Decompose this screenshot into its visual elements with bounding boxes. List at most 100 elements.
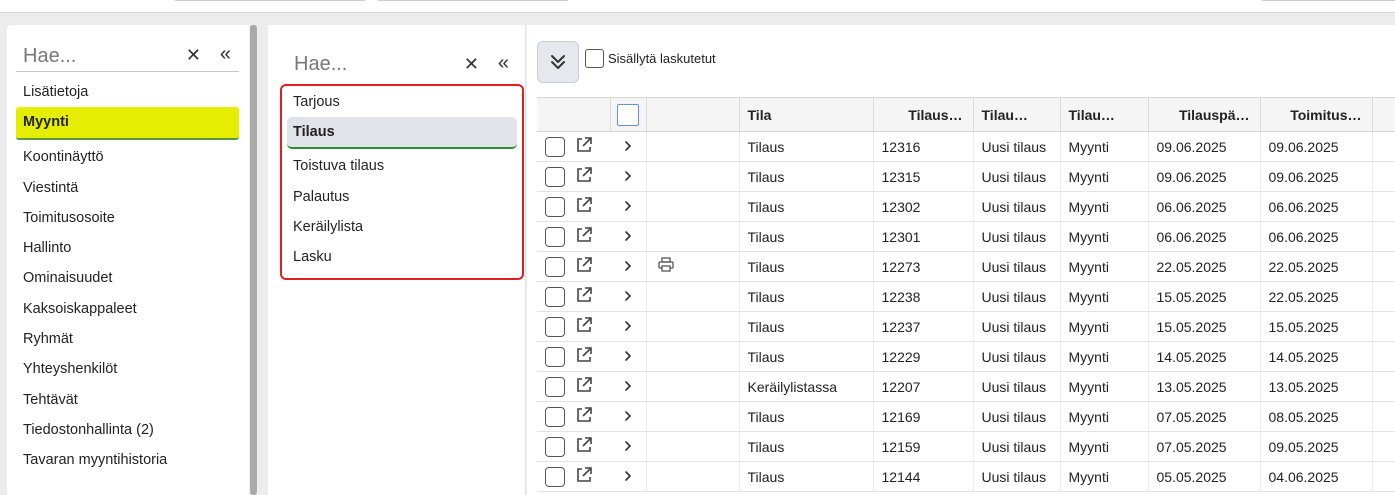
chevron-right-icon[interactable]: [622, 379, 634, 395]
sidebar-item[interactable]: Koontinäyttö: [16, 142, 239, 172]
chevron-right-icon[interactable]: [622, 469, 634, 485]
row-expand-cell: [610, 281, 647, 312]
external-link-icon[interactable]: [575, 166, 593, 187]
chevron-right-icon[interactable]: [622, 139, 634, 155]
table-row[interactable]: Tilaus 12273 Uusi tilaus Myynti 22.05.2025 22…: [537, 251, 1395, 282]
column-header-delivery-date[interactable]: Toimitus…: [1260, 97, 1373, 132]
table-row[interactable]: Tilaus 12237 Uusi tilaus Myynti 15.05.2025 15…: [537, 311, 1395, 342]
sidebar-item[interactable]: Tiedostonhallinta (2): [16, 415, 239, 445]
cell-order-type: Myynti: [1060, 341, 1149, 372]
double-chevron-left-icon[interactable]: «: [220, 43, 231, 66]
row-checkbox[interactable]: [545, 406, 565, 427]
cell-filler: [1372, 161, 1395, 192]
sidebar-item[interactable]: Yhteyshenkilöt: [16, 354, 239, 384]
table-row[interactable]: Tilaus 12144 Uusi tilaus Myynti 05.05.2025 04…: [537, 461, 1395, 492]
cell-order-status: Uusi tilaus: [973, 341, 1061, 372]
chevron-right-icon[interactable]: [622, 199, 634, 215]
header-select-cell: [610, 97, 647, 132]
chevron-right-icon[interactable]: [622, 439, 634, 455]
chevron-right-icon[interactable]: [622, 349, 634, 365]
external-link-icon[interactable]: [575, 316, 593, 337]
sidebar-item[interactable]: Toimitusosoite: [16, 203, 239, 233]
include-invoiced-toggle[interactable]: Sisällytä laskutetut: [585, 49, 716, 68]
external-link-icon[interactable]: [575, 376, 593, 397]
external-link-icon[interactable]: [575, 256, 593, 277]
cell-order-number: 12315: [873, 161, 974, 192]
external-link-icon[interactable]: [575, 136, 593, 157]
table-row[interactable]: Keräilylistassa 12207 Uusi tilaus Myynti 13.…: [537, 371, 1395, 402]
printer-icon[interactable]: [657, 257, 675, 276]
cell-order-status: Uusi tilaus: [973, 431, 1061, 462]
row-checkbox[interactable]: [545, 256, 565, 277]
cell-order-status: Uusi tilaus: [973, 311, 1061, 342]
row-checkbox[interactable]: [545, 196, 565, 217]
cell-filler: [1372, 431, 1395, 462]
column-header-order-status[interactable]: Tilau…: [973, 97, 1061, 132]
table-row[interactable]: Tilaus 12315 Uusi tilaus Myynti 09.06.2025 09…: [537, 161, 1395, 192]
row-icon-cell: [646, 371, 740, 402]
left-nav-search-input[interactable]: Hae...: [23, 45, 76, 68]
external-link-icon[interactable]: [575, 436, 593, 457]
table-row[interactable]: Tilaus 12169 Uusi tilaus Myynti 07.05.2025 08…: [537, 401, 1395, 432]
cell-delivery-date: 09.06.2025: [1260, 131, 1373, 162]
table-row[interactable]: Tilaus 12229 Uusi tilaus Myynti 14.05.2025 14…: [537, 341, 1395, 372]
table-row[interactable]: Tilaus 12302 Uusi tilaus Myynti 06.06.2025 06…: [537, 191, 1395, 222]
chevron-right-icon[interactable]: [622, 409, 634, 425]
close-icon[interactable]: ✕: [186, 45, 201, 66]
row-actions-cell: [537, 371, 610, 402]
sidebar-item[interactable]: Hallinto: [16, 233, 239, 263]
chevron-right-icon[interactable]: [622, 229, 634, 245]
column-header-order-number[interactable]: Tilaus…: [873, 97, 974, 132]
cell-order-status: Uusi tilaus: [973, 131, 1061, 162]
chevron-right-icon[interactable]: [622, 169, 634, 185]
row-checkbox[interactable]: [545, 436, 565, 457]
external-link-icon[interactable]: [575, 406, 593, 427]
select-all-checkbox[interactable]: [616, 103, 639, 126]
row-checkbox[interactable]: [545, 136, 565, 157]
row-checkbox[interactable]: [545, 466, 565, 487]
include-invoiced-checkbox[interactable]: [585, 49, 604, 68]
row-checkbox[interactable]: [545, 376, 565, 397]
cell-order-number: 12237: [873, 311, 974, 342]
sidebar-item[interactable]: Ominaisuudet: [16, 263, 239, 293]
row-checkbox[interactable]: [545, 226, 565, 247]
external-link-icon[interactable]: [575, 466, 593, 487]
table-row[interactable]: Tilaus 12159 Uusi tilaus Myynti 07.05.2025 09…: [537, 431, 1395, 462]
row-checkbox[interactable]: [545, 166, 565, 187]
external-link-icon[interactable]: [575, 346, 593, 367]
left-nav-scrollbar-thumb[interactable]: [250, 25, 257, 495]
cell-order-status: Uusi tilaus: [973, 461, 1061, 492]
sidebar-item[interactable]: Tavaran myyntihistoria: [16, 445, 239, 475]
chevron-right-icon[interactable]: [622, 259, 634, 275]
table-row[interactable]: Tilaus 12301 Uusi tilaus Myynti 06.06.2025 06…: [537, 221, 1395, 252]
sidebar-item[interactable]: Lisätietoja: [16, 77, 239, 107]
cell-order-type: Myynti: [1060, 281, 1149, 312]
row-checkbox[interactable]: [545, 286, 565, 307]
chevron-right-icon[interactable]: [622, 319, 634, 335]
close-icon[interactable]: ✕: [464, 54, 479, 75]
table-row[interactable]: Tilaus 12316 Uusi tilaus Myynti 09.06.2025 09…: [537, 131, 1395, 162]
row-checkbox[interactable]: [545, 346, 565, 367]
row-icon-cell: [646, 251, 740, 282]
sidebar-item[interactable]: Tehtävät: [16, 385, 239, 415]
header-filler-cell: [1372, 97, 1395, 132]
cell-order-date: 06.06.2025: [1148, 221, 1261, 252]
document-type-search-input[interactable]: Hae...: [294, 53, 347, 76]
column-header-tila[interactable]: Tila: [739, 97, 874, 132]
cell-delivery-date: 22.05.2025: [1260, 281, 1373, 312]
chevron-right-icon[interactable]: [622, 289, 634, 305]
table-row[interactable]: Tilaus 12238 Uusi tilaus Myynti 15.05.2025 22…: [537, 281, 1395, 312]
external-link-icon[interactable]: [575, 286, 593, 307]
expand-all-button[interactable]: [537, 41, 579, 83]
sidebar-item[interactable]: Viestintä: [16, 173, 239, 203]
sidebar-item[interactable]: Ryhmät: [16, 324, 239, 354]
column-header-order-type[interactable]: Tilau…: [1060, 97, 1149, 132]
column-header-order-date[interactable]: Tilauspä…: [1148, 97, 1261, 132]
cell-order-number: 12301: [873, 221, 974, 252]
sidebar-item[interactable]: Myynti: [16, 107, 239, 141]
external-link-icon[interactable]: [575, 196, 593, 217]
external-link-icon[interactable]: [575, 226, 593, 247]
sidebar-item[interactable]: Kaksoiskappaleet: [16, 294, 239, 324]
row-checkbox[interactable]: [545, 316, 565, 337]
double-chevron-left-icon[interactable]: «: [498, 52, 509, 75]
